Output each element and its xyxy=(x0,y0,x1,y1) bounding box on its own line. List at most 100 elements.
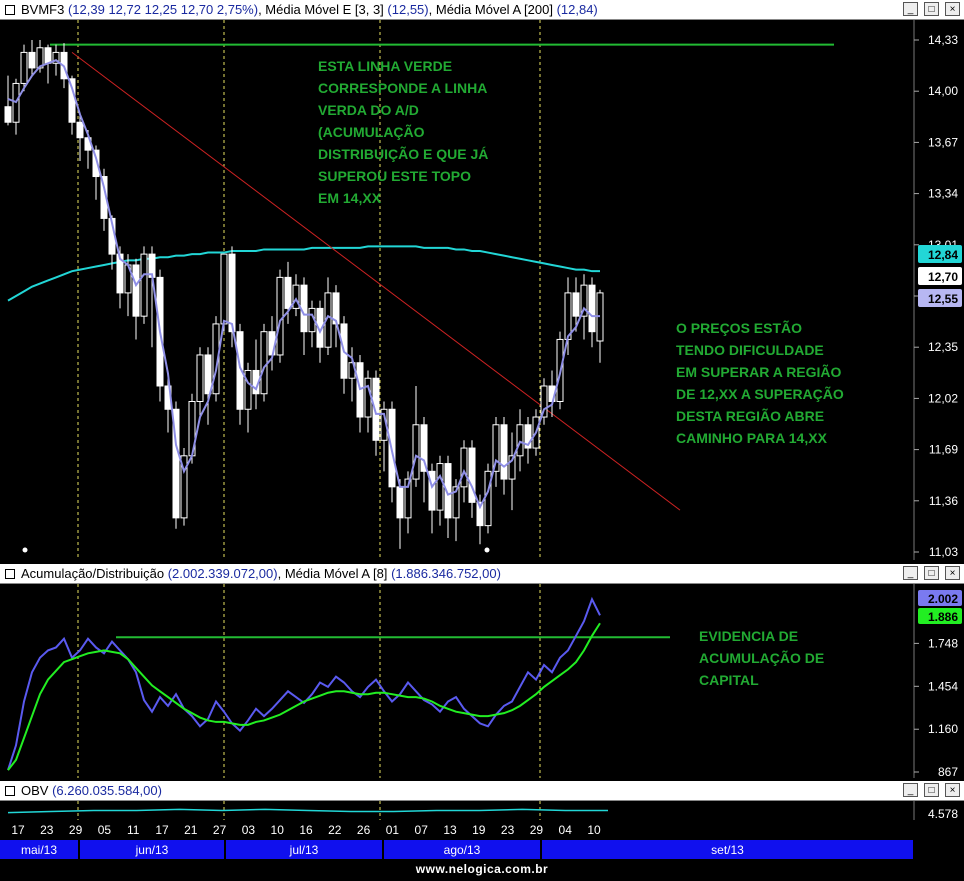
candle-body xyxy=(364,377,372,418)
obv-window-buttons: _ □ × xyxy=(903,783,960,797)
candle-body xyxy=(228,253,236,333)
price-chart[interactable]: 14,3314,0013,6713,3413,0112,6812,3512,02… xyxy=(0,20,964,560)
ema-label: Média Móvel E [3, 3] xyxy=(265,2,384,17)
annotation-green-line-note: (ACUMULAÇÃO xyxy=(318,123,425,140)
ema-value: (12,55) xyxy=(387,2,429,17)
day-tick-label: 19 xyxy=(472,823,486,837)
ohlc-values: (12,39 12,72 12,25 12,70 2,75%) xyxy=(67,2,259,17)
candle-body xyxy=(516,424,524,457)
day-tick-label: 13 xyxy=(443,823,457,837)
annotation-ad-note: EVIDENCIA DE xyxy=(699,628,798,644)
obv-value: (6.260.035.584,00) xyxy=(52,783,162,798)
restore-button[interactable]: □ xyxy=(924,566,939,580)
y-tick-label: 1.454 xyxy=(928,679,958,693)
y-tick-label: 14,00 xyxy=(928,84,958,98)
candle-body xyxy=(132,264,140,317)
candle-body xyxy=(436,463,444,511)
day-tick-label: 22 xyxy=(328,823,342,837)
day-tick-label: 03 xyxy=(242,823,256,837)
month-label: jun/13 xyxy=(135,843,169,857)
y-tick-label: 14,33 xyxy=(928,33,958,47)
ad-window-buttons: _ □ × xyxy=(903,566,960,580)
day-tick-label: 05 xyxy=(98,823,112,837)
sma-value: (12,84) xyxy=(556,2,598,17)
candle-body xyxy=(196,354,204,403)
candle-body xyxy=(204,354,212,395)
time-axis[interactable]: 17 23 29 05 11 17 21 27 03 10 16 22 26 01 07 13 19 23 29 04… xyxy=(0,820,964,862)
candle-body xyxy=(244,369,252,410)
annotation-price-note: O PREÇOS ESTÃO xyxy=(676,319,802,336)
y-tick-label: 11,69 xyxy=(929,443,958,457)
day-tick-label: 26 xyxy=(357,823,371,837)
ad-value: (2.002.339.072,00) xyxy=(167,566,278,581)
ad-ma-label: Média Móvel A [8] xyxy=(284,566,388,581)
value-badge-label: 2.002 xyxy=(928,592,958,606)
day-tick-label: 23 xyxy=(40,823,54,837)
ad-header-text: Acumulação/Distribuição (2.002.339.072,0… xyxy=(21,566,501,581)
day-tick-label: 10 xyxy=(271,823,285,837)
y-tick-label: 11,36 xyxy=(929,494,958,508)
y-tick-label: 1.748 xyxy=(928,636,958,650)
day-tick-label: 27 xyxy=(213,823,227,837)
marker-dot xyxy=(22,547,28,553)
y-tick-label: 867 xyxy=(938,765,958,778)
minimize-button[interactable]: _ xyxy=(903,2,918,16)
panel-menu-icon[interactable] xyxy=(5,4,15,15)
ad-chart[interactable]: 1.748 1.454 1.160 867 2.002 1.886 EVIDENCIA DE… xyxy=(0,584,964,778)
day-tick-label: 11 xyxy=(127,823,140,837)
restore-button[interactable]: □ xyxy=(924,2,939,16)
candle-body xyxy=(572,292,580,317)
candle-body xyxy=(396,486,404,519)
y-tick-label: 4.578 xyxy=(928,807,958,820)
month-label: jul/13 xyxy=(289,843,319,857)
candle-body xyxy=(20,51,28,84)
candle-body xyxy=(588,284,596,333)
annotation-price-note: EM SUPERAR A REGIÃO xyxy=(676,363,842,380)
candle-body xyxy=(412,424,420,480)
obv-chart[interactable]: 4.578 xyxy=(0,801,964,820)
day-tick-label: 07 xyxy=(415,823,429,837)
candle-body xyxy=(44,47,52,64)
day-tick-label: 17 xyxy=(155,823,169,837)
candle-body xyxy=(4,106,12,123)
annotation-green-line-note: VERDA DO A/D xyxy=(318,102,419,118)
ad-label: Acumulação/Distribuição xyxy=(21,566,165,581)
month-label: ago/13 xyxy=(444,843,481,857)
minimize-button[interactable]: _ xyxy=(903,566,918,580)
ad-plot-area xyxy=(0,584,914,778)
month-label: set/13 xyxy=(711,843,744,857)
day-tick-label: 17 xyxy=(11,823,25,837)
candle-body xyxy=(260,331,268,395)
candle-body xyxy=(500,424,508,480)
y-tick-label: 11,03 xyxy=(929,545,958,559)
candle-body xyxy=(28,51,36,69)
value-badge-label: 1.886 xyxy=(928,610,958,624)
annotation-ad-note: CAPITAL xyxy=(699,672,759,688)
day-tick-label: 23 xyxy=(501,823,515,837)
annotation-green-line-note: EM 14,XX xyxy=(318,190,382,206)
obv-header-text: OBV (6.260.035.584,00) xyxy=(21,783,162,798)
minimize-button[interactable]: _ xyxy=(903,783,918,797)
annotation-green-line-note: DISTRIBUIÇÃO E QUE JÁ xyxy=(318,145,488,162)
y-tick-label: 13,34 xyxy=(928,187,958,201)
candle-body xyxy=(284,276,292,309)
obv-label: OBV xyxy=(21,783,49,798)
candle-body xyxy=(460,447,468,488)
symbol-label: BVMF3 xyxy=(21,2,65,17)
day-tick-label: 21 xyxy=(184,823,198,837)
close-button[interactable]: × xyxy=(945,566,960,580)
y-tick-label: 12,35 xyxy=(928,340,958,354)
candle-body xyxy=(276,276,284,356)
panel-menu-icon[interactable] xyxy=(5,785,15,796)
close-button[interactable]: × xyxy=(945,783,960,797)
restore-button[interactable]: □ xyxy=(924,783,939,797)
day-tick-label: 04 xyxy=(559,823,573,837)
day-tick-label: 29 xyxy=(530,823,544,837)
close-button[interactable]: × xyxy=(945,2,960,16)
candle-body xyxy=(140,253,148,317)
value-badge-label: 12,70 xyxy=(928,270,958,284)
annotation-price-note: TENDO DIFICULDADE xyxy=(676,342,824,358)
annotation-green-line-note: SUPEROU ESTE TOPO xyxy=(318,168,471,184)
annotation-price-note: CAMINHO PARA 14,XX xyxy=(676,430,828,446)
panel-menu-icon[interactable] xyxy=(5,568,15,579)
